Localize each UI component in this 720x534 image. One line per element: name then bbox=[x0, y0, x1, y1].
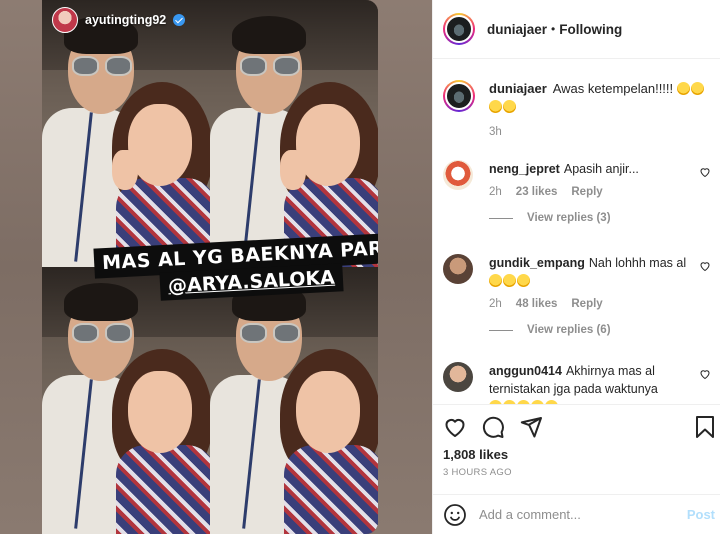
post-panel: duniajaer • Following duniajaer Awas ket… bbox=[432, 0, 720, 534]
comment-time: 2h bbox=[489, 186, 502, 198]
view-replies-button[interactable]: View replies (6) bbox=[489, 324, 713, 336]
comment-body: Nah lohhh mas al bbox=[588, 256, 687, 270]
caption-username[interactable]: duniajaer bbox=[489, 81, 547, 96]
post-time[interactable]: 3 HOURS AGO bbox=[443, 467, 512, 478]
commenter-avatar[interactable] bbox=[443, 362, 473, 392]
commenter-username[interactable]: gundik_empang bbox=[489, 256, 585, 270]
add-comment-bar: Post bbox=[433, 494, 720, 534]
laughing-emoji-icon bbox=[489, 274, 502, 287]
save-bookmark-button[interactable] bbox=[693, 415, 717, 444]
comment-text: neng_jepret Apasih anjir... bbox=[489, 160, 713, 178]
story-username[interactable]: ayutingting92 bbox=[85, 13, 166, 27]
laughing-emoji-icon bbox=[517, 274, 530, 287]
comment-text: anggun0414 Akhirnya mas al ternistakan jg… bbox=[489, 362, 689, 404]
comments-list[interactable]: duniajaer Awas ketempelan!!!!! 3h neng_j… bbox=[433, 60, 720, 404]
post-header: duniajaer • Following bbox=[433, 0, 720, 59]
comment-item: anggun0414 Akhirnya mas al ternistakan jg… bbox=[443, 362, 713, 404]
reply-button[interactable]: Reply bbox=[571, 186, 602, 198]
laughing-emoji-icon bbox=[690, 82, 704, 95]
comment-likes[interactable]: 48 likes bbox=[516, 298, 558, 310]
photo-tile bbox=[42, 0, 210, 267]
story-image: ayutingting92 MAS AL YG BAEKNYA PARAH @A… bbox=[42, 0, 378, 534]
caption-text: duniajaer Awas ketempelan!!!!! bbox=[489, 80, 713, 116]
story-avatar[interactable] bbox=[52, 7, 78, 33]
laughing-emoji-icon bbox=[503, 274, 516, 287]
like-comment-heart-icon[interactable] bbox=[699, 368, 711, 380]
reply-button[interactable]: Reply bbox=[571, 298, 602, 310]
commenter-avatar[interactable] bbox=[443, 160, 473, 190]
following-button[interactable]: Following bbox=[559, 22, 622, 37]
verified-badge-icon bbox=[173, 14, 186, 26]
add-comment-input[interactable] bbox=[479, 507, 669, 522]
post-actions: 1,808 likes 3 HOURS AGO bbox=[433, 404, 720, 494]
view-replies-label[interactable]: View replies (6) bbox=[527, 324, 611, 336]
comment-bubble-icon[interactable] bbox=[481, 415, 505, 439]
comment-meta: 2h 48 likes Reply bbox=[489, 298, 713, 310]
author-username[interactable]: duniajaer bbox=[487, 22, 547, 37]
post-comment-button[interactable]: Post bbox=[687, 507, 715, 522]
author-avatar[interactable] bbox=[443, 13, 475, 45]
bookmark-icon[interactable] bbox=[693, 415, 717, 439]
view-replies-button[interactable]: View replies (3) bbox=[489, 212, 713, 224]
laughing-emoji-icon bbox=[676, 82, 690, 95]
share-paper-plane-icon[interactable] bbox=[519, 415, 543, 439]
action-icons bbox=[443, 415, 543, 439]
view-replies-label[interactable]: View replies (3) bbox=[527, 212, 611, 224]
emoji-smiley-icon[interactable] bbox=[443, 503, 467, 527]
like-heart-icon[interactable] bbox=[443, 415, 467, 439]
comment-text: gundik_empang Nah lohhh mas al bbox=[489, 254, 699, 290]
comment-likes[interactable]: 23 likes bbox=[516, 186, 558, 198]
photo-tile bbox=[210, 0, 378, 267]
caption-body: Awas ketempelan!!!!! bbox=[552, 81, 674, 96]
like-comment-heart-icon[interactable] bbox=[699, 260, 711, 272]
comment-item: gundik_empang Nah lohhh mas al 2h 48 like… bbox=[443, 254, 713, 336]
caption-time: 3h bbox=[489, 126, 502, 138]
comment-meta: 2h 23 likes Reply bbox=[489, 186, 713, 198]
laughing-emoji-icon bbox=[489, 100, 502, 113]
story-user[interactable]: ayutingting92 bbox=[52, 7, 186, 33]
comment-item: neng_jepret Apasih anjir... 2h 23 likes R… bbox=[443, 160, 713, 224]
caption-avatar[interactable] bbox=[443, 80, 475, 112]
commenter-username[interactable]: anggun0414 bbox=[489, 364, 562, 378]
commenter-avatar[interactable] bbox=[443, 254, 473, 284]
photo-tile bbox=[42, 267, 210, 534]
laughing-emoji-icon bbox=[503, 100, 516, 113]
caption-row: duniajaer Awas ketempelan!!!!! 3h bbox=[443, 80, 713, 138]
like-comment-heart-icon[interactable] bbox=[699, 166, 711, 178]
post-media[interactable]: ayutingting92 MAS AL YG BAEKNYA PARAH @A… bbox=[0, 0, 432, 534]
likes-count[interactable]: 1,808 likes bbox=[443, 447, 508, 462]
separator-dot: • bbox=[551, 22, 556, 36]
story-mention: @ARYA.SALOKA bbox=[167, 266, 336, 298]
comment-time: 2h bbox=[489, 298, 502, 310]
commenter-username[interactable]: neng_jepret bbox=[489, 162, 560, 176]
photo-tile bbox=[210, 267, 378, 534]
comment-body: Apasih anjir... bbox=[563, 162, 639, 176]
